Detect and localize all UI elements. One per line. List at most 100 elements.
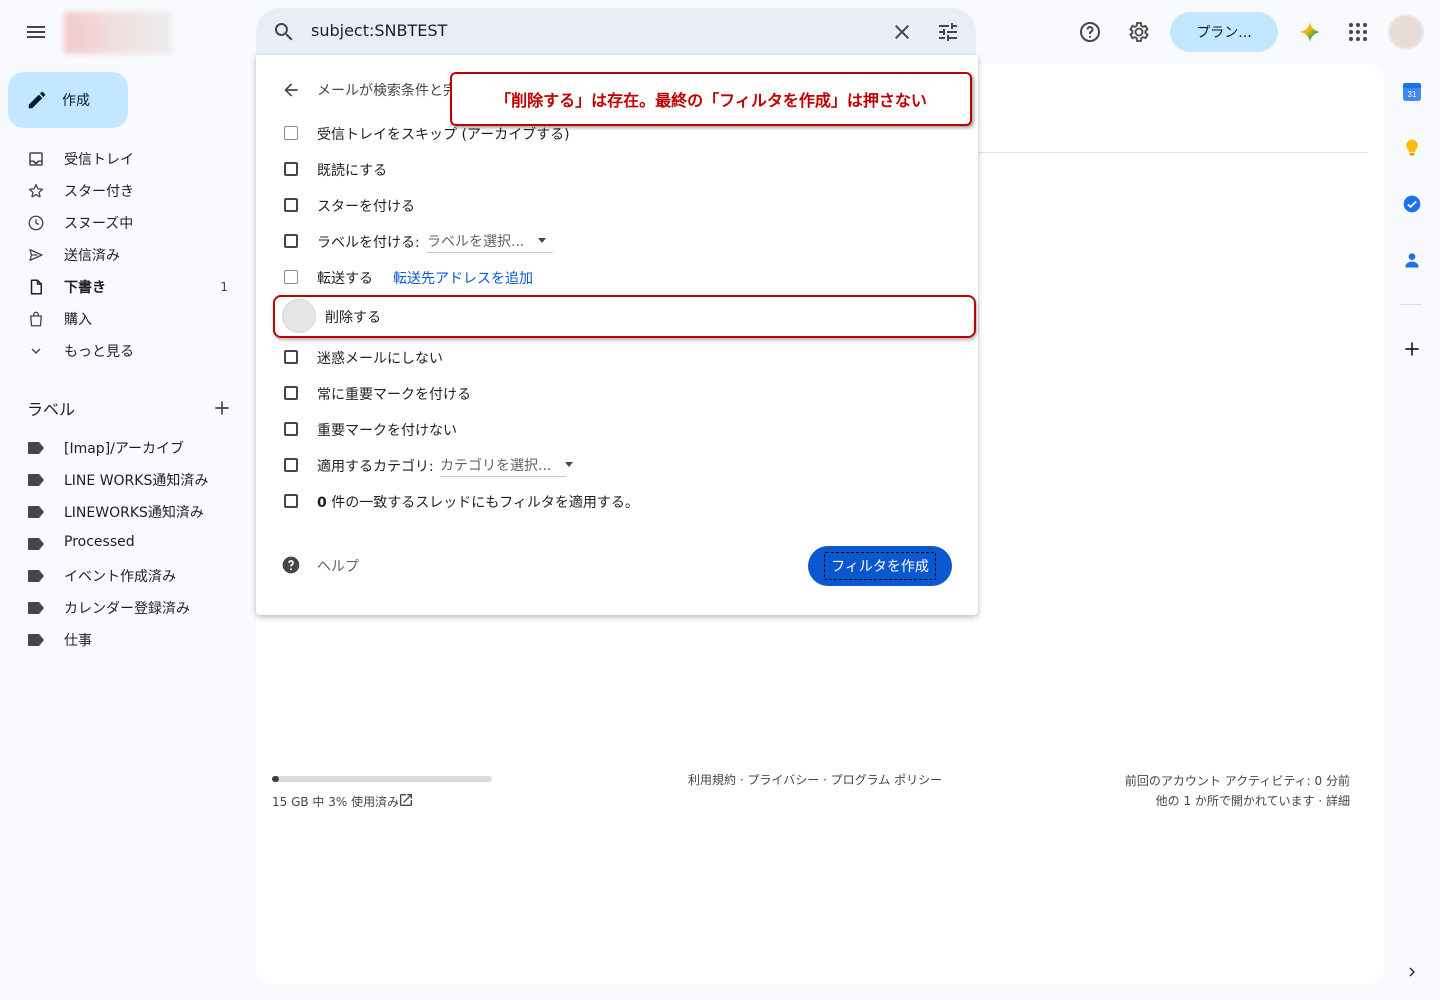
lightbulb-icon [1406,139,1418,156]
sidebar-item-sent[interactable]: 送信済み [0,239,256,271]
sidebar-item-label: 購入 [64,312,92,328]
apps-button[interactable] [1342,16,1374,48]
skip-inbox-checkbox[interactable] [284,126,298,140]
expand-side-panel-button[interactable] [1400,960,1424,984]
label-text: イベント作成済み [64,569,176,585]
main-menu-button[interactable] [16,12,56,52]
gemini-button[interactable] [1294,16,1326,48]
option-always-important[interactable]: 常に重要マークを付ける [256,379,976,409]
option-never-spam[interactable]: 迷惑メールにしない [256,343,976,373]
option-mark-read[interactable]: 既読にする [256,155,976,185]
footer-policy-links[interactable]: 利用規約 · プライバシー · プログラム ポリシー [688,771,942,788]
clock-icon [26,213,46,233]
help-link[interactable]: ヘルプ [317,556,359,576]
person-icon [1405,253,1419,268]
gear-icon [1129,22,1149,42]
label-item[interactable]: カレンダー登録済み [0,592,256,624]
mark-read-checkbox[interactable] [284,162,298,176]
help-circle-icon [1080,22,1100,42]
label-tag-icon [28,506,44,518]
label-item[interactable]: イベント作成済み [0,560,256,592]
hamburger-icon [27,26,45,38]
sidebar-item-purchases[interactable]: 購入 [0,303,256,335]
label-item[interactable]: LINEWORKS通知済み [0,496,256,528]
labels-list: [Imap]/アーカイブ LINE WORKS通知済み LINEWORKS通知済… [0,432,256,656]
support-button[interactable] [1074,16,1106,48]
search-options-icon[interactable] [936,20,960,44]
sidebar-item-drafts[interactable]: 下書き 1 [0,271,256,303]
create-filter-button[interactable]: フィルタを作成 [808,546,952,586]
option-category[interactable]: 適用するカテゴリ: カテゴリを選択... [256,451,976,481]
label-text: LINE WORKS通知済み [64,473,209,489]
chevron-right-icon [1409,967,1415,977]
activity-details-link[interactable]: 他の 1 か所で開かれています · 詳細 [1125,791,1350,811]
tasks-check-icon [1403,195,1421,213]
sidebar-item-label: 送信済み [64,248,120,264]
calendar-app-button[interactable]: 31 [1400,80,1424,104]
sidebar-item-starred[interactable]: スター付き [0,175,256,207]
chevron-down-icon [26,341,46,361]
draft-icon [26,277,46,297]
option-label: 0 件の一致するスレッドにもフィルタを適用する。 [317,492,639,512]
label-tag-icon [28,634,44,646]
option-apply-label[interactable]: ラベルを付ける: ラベルを選択... [256,227,976,257]
label-item[interactable]: [Imap]/アーカイブ [0,432,256,464]
compose-button[interactable]: 作成 [8,72,128,128]
label-select-dropdown[interactable]: ラベルを選択... [427,229,553,253]
sidebar-item-label: スター付き [64,184,134,200]
rail-divider [1400,304,1422,305]
clear-search-icon[interactable] [890,20,914,44]
option-label: ラベルを付ける: [317,235,420,251]
star-checkbox[interactable] [284,198,298,212]
toolbar-divider [976,152,1368,153]
calendar-icon: 31 [1403,83,1421,101]
sidebar-item-snoozed[interactable]: スヌーズ中 [0,207,256,239]
apply-label-checkbox[interactable] [284,234,298,248]
tasks-app-button[interactable] [1400,192,1424,216]
get-addons-button[interactable] [1400,337,1424,361]
label-item[interactable]: LINE WORKS通知済み [0,464,256,496]
dropdown-caret-icon [538,238,547,243]
search-input[interactable]: subject:SNBTEST [311,21,447,40]
account-avatar[interactable] [1390,16,1422,48]
match-count: 0 [317,495,327,511]
option-label: 迷惑メールにしない [317,351,443,367]
open-in-new-icon[interactable] [398,792,414,808]
add-forward-address-link[interactable]: 転送先アドレスを追加 [393,268,533,288]
label-text: LINEWORKS通知済み [64,505,204,521]
help-icon[interactable] [281,555,301,575]
pencil-icon [28,91,46,109]
option-forward[interactable]: 転送する 転送先アドレスを追加 [256,263,976,293]
option-label: 既読にする [317,163,388,179]
keep-app-button[interactable] [1400,136,1424,160]
back-arrow-icon[interactable] [281,80,301,100]
option-label: スターを付ける [317,199,415,215]
sidebar-item-inbox[interactable]: 受信トレイ [0,143,256,175]
contacts-app-button[interactable] [1400,248,1424,272]
option-never-important[interactable]: 重要マークを付けない [256,415,976,445]
label-tag-icon [28,538,44,550]
add-label-icon[interactable] [212,398,232,418]
label-item[interactable]: 仕事 [0,624,256,656]
sidebar-item-more[interactable]: もっと見る [0,335,256,367]
gmail-logo[interactable] [64,12,172,54]
plan-button[interactable]: プラン... [1170,12,1278,52]
apply-existing-checkbox[interactable] [284,494,298,508]
option-apply-existing[interactable]: 0 件の一致するスレッドにもフィルタを適用する。 [256,487,976,517]
label-item[interactable]: Processed [0,528,256,560]
option-star[interactable]: スターを付ける [256,191,976,221]
search-bar[interactable]: subject:SNBTEST [256,8,976,56]
option-label: 常に重要マークを付ける [317,387,471,403]
annotation-callout: 「削除する」は存在。最終の「フィルタを作成」は押さない [450,72,972,126]
always-important-checkbox[interactable] [284,386,298,400]
settings-button[interactable] [1122,16,1154,48]
labels-heading: ラベル [27,400,76,419]
category-checkbox[interactable] [284,458,298,472]
never-spam-checkbox[interactable] [284,350,298,364]
never-important-checkbox[interactable] [284,422,298,436]
search-icon[interactable] [272,20,296,44]
label-select-value: ラベルを選択... [427,233,525,250]
apps-grid-icon [1349,23,1367,41]
forward-checkbox[interactable] [284,270,298,284]
category-select-dropdown[interactable]: カテゴリを選択... [440,453,574,477]
